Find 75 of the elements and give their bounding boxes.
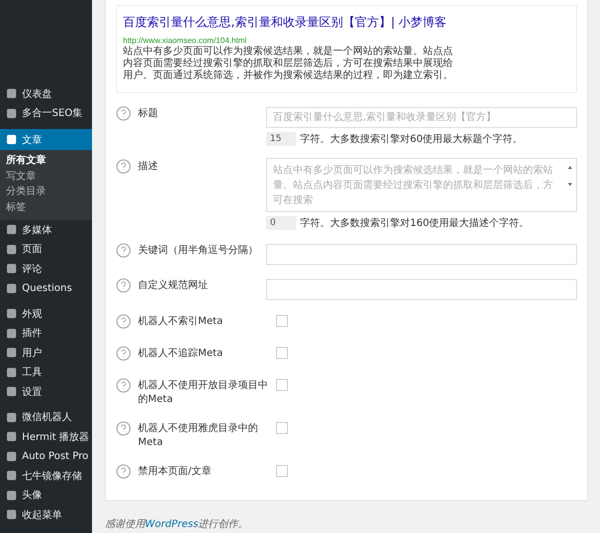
menu-icon [6,431,17,442]
menu-icon [6,88,17,100]
field-label: 描述 [138,160,159,174]
menu-icon [6,347,17,358]
submenu-item[interactable]: 分类目录 [0,184,92,200]
character-count-field: 15 [266,132,296,146]
field-label: 标题 [138,107,159,121]
menu-item[interactable]: 页面 [0,240,92,259]
input-field[interactable]: 百度索引量什么意思,索引量和收录量区别【官方】 [266,107,577,128]
submenu-item[interactable]: 所有文章 [0,153,92,168]
menu-icon [6,328,17,339]
menu-item[interactable]: 插件 [0,324,92,343]
menu-item[interactable]: 外观 [0,304,92,324]
field-label: 机器人不使用雅虎目录中的Meta [138,422,259,450]
snippet-description: 站点中有多少页面可以作为搜索候选结果，就是一个网站的索站量。站点点内容页面需要经过搜索引擎的抓取和层层筛选后，方可在搜索结果中展现给用户。页面通过系统筛选，并被作为搜索候选结果的过程，即为建立索引。 [123,46,454,82]
input-field[interactable] [266,244,577,265]
menu-item[interactable]: Hermit 播放器 [0,427,92,446]
field-label: 禁用本页面/文章 [138,465,212,479]
menu-item[interactable]: 微信机器人 [0,408,92,427]
character-count-note: 字符。大多数搜索引擎对60使用最大标题个字符。 [300,132,523,146]
footer-text: 感谢使用WordPress进行创作。 [105,518,250,531]
checkbox[interactable] [276,379,288,391]
submenu-item[interactable]: 标签 [0,200,92,215]
menu-icon [6,450,17,462]
field-label: 机器人不追踪Meta [138,347,224,361]
input-field[interactable] [266,279,577,300]
checkbox[interactable] [276,347,288,359]
menu-item[interactable]: 多合一SEO集 [0,104,92,123]
help-icon[interactable] [116,278,131,293]
menu-icon [6,134,17,145]
menu-item[interactable]: 评论 [0,259,92,278]
menu-icon [6,366,17,378]
snippet-title[interactable]: 百度索引量什么意思,索引量和收录量区别【官方】| 小梦博客 [123,14,570,31]
snippet-url: http://www.xiaomseo.com/104.html [123,36,248,45]
menu-icon [6,490,17,501]
character-count-note: 字符。大多数搜索引擎对160使用最大描述个字符。 [300,216,530,230]
menu-icon [6,108,17,119]
menu-icon [6,282,17,294]
field-label: 机器人不索引Meta [138,315,224,329]
menu-item[interactable]: 头像 [0,486,92,505]
help-icon[interactable] [116,421,131,436]
help-icon[interactable] [116,346,131,361]
menu-item[interactable]: 设置 [0,382,92,402]
help-icon[interactable] [116,464,131,479]
menu-item[interactable]: 仪表盘 [0,84,92,104]
field-label: 机器人不使用开放目录项目中的Meta [138,379,269,407]
help-icon[interactable] [116,378,131,393]
help-icon[interactable] [116,106,131,121]
menu-item[interactable]: 收起菜单 [0,505,92,524]
submenu-item[interactable]: 写文章 [0,168,92,184]
help-icon[interactable] [116,314,131,329]
menu-icon [6,509,17,520]
checkbox[interactable] [276,465,288,477]
menu-icon [6,470,17,482]
checkbox[interactable] [276,315,288,327]
field-label: 自定义规范网址 [138,279,209,293]
field-label: 关键词（用半角逗号分隔） [138,244,259,258]
menu-item[interactable]: Questions [0,278,92,298]
menu-icon [6,224,17,236]
help-icon[interactable] [116,159,131,174]
menu-icon [6,244,17,255]
menu-icon [6,263,17,274]
checkbox[interactable] [276,422,288,434]
menu-item[interactable]: Auto Post Pro [0,446,92,466]
menu-item[interactable]: 文章 [0,129,92,150]
menu-item[interactable]: 七牛镜像存储 [0,466,92,486]
menu-icon [6,308,17,320]
wordpress-link[interactable]: WordPress [145,519,198,530]
help-icon[interactable] [116,243,131,258]
menu-icon [6,386,17,398]
menu-item[interactable]: 多媒体 [0,220,92,240]
menu-item[interactable]: 工具 [0,362,92,382]
menu-item[interactable]: 用户 [0,343,92,362]
character-count-field: 0 [266,216,296,230]
menu-icon [6,412,17,423]
